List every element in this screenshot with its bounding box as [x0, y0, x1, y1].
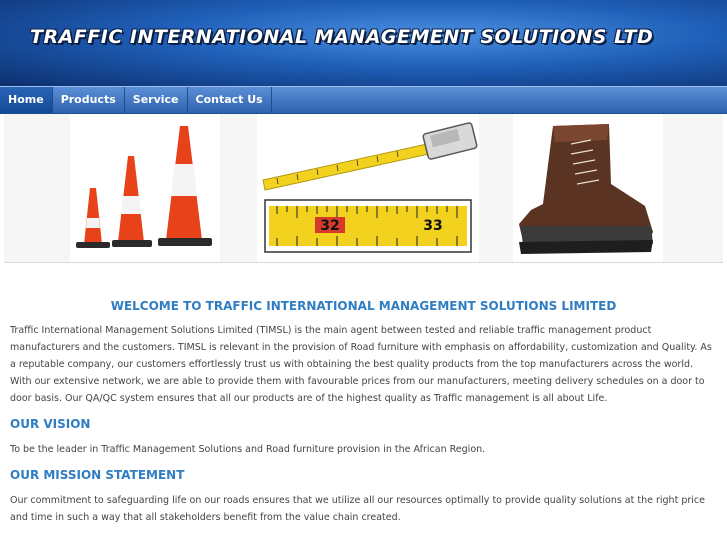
- traffic-cones-image: [70, 114, 220, 262]
- safety-boot-image: [513, 114, 663, 262]
- measuring-tape-image: 32 33: [257, 114, 479, 262]
- mission-heading: OUR MISSION STATEMENT: [10, 468, 185, 482]
- nav-products[interactable]: Products: [53, 87, 125, 113]
- nav-contact-us[interactable]: Contact Us: [188, 87, 272, 113]
- main-content: WELCOME TO TRAFFIC INTERNATIONAL MANAGEM…: [0, 299, 727, 526]
- site-header: TRAFFIC INTERNATIONAL MANAGEMENT SOLUTIO…: [0, 0, 727, 86]
- tape-label-33: 33: [423, 218, 442, 234]
- intro-paragraph: Traffic International Management Solutio…: [10, 325, 712, 404]
- nav-home[interactable]: Home: [0, 87, 53, 113]
- main-nav: Home Products Service Contact Us: [0, 86, 727, 114]
- tape-label-32: 32: [320, 218, 339, 234]
- site-title: TRAFFIC INTERNATIONAL MANAGEMENT SOLUTIO…: [30, 26, 654, 48]
- welcome-heading: WELCOME TO TRAFFIC INTERNATIONAL MANAGEM…: [110, 299, 617, 313]
- product-banner: 32 33: [4, 114, 723, 263]
- mission-paragraph: Our commitment to safeguarding life on o…: [10, 495, 705, 523]
- vision-paragraph: To be the leader in Traffic Management S…: [10, 444, 486, 455]
- nav-service[interactable]: Service: [125, 87, 188, 113]
- vision-heading: OUR VISION: [10, 417, 91, 431]
